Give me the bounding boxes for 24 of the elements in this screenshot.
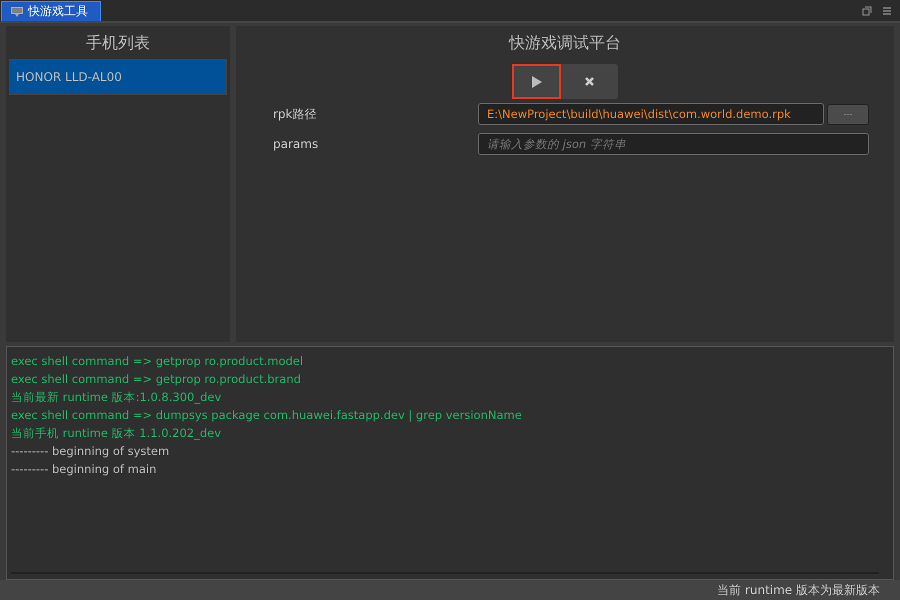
close-icon — [584, 76, 595, 87]
panel-title: 手机列表 — [85, 32, 151, 54]
phone-list-item[interactable]: HONOR LLD-AL00 — [9, 59, 227, 95]
params-field[interactable]: 请输入参数的 json 字符串 — [478, 133, 869, 155]
field-label: rpk路径 — [273, 106, 318, 122]
log-line: 当前手机 runtime 版本 1.1.0.202_dev — [11, 425, 222, 442]
rpk-path-field[interactable]: E:\NewProject\build\huawei\dist\com.world.demo.rpk — [478, 103, 824, 125]
stop-button[interactable] — [561, 64, 618, 99]
play-icon — [530, 74, 542, 88]
log-line: --------- beginning of system — [11, 443, 170, 460]
popout-icon[interactable] — [862, 6, 872, 16]
log-line: exec shell command => getprop ro.product.brand — [11, 371, 302, 388]
log-line: exec shell command => dumpsys package com.huawei.fastapp.dev | grep versionName — [11, 407, 523, 424]
panel-icon — [10, 6, 24, 18]
status-text: 当前 runtime 版本为最新版本 — [717, 582, 880, 598]
log-line: --------- beginning of main — [11, 461, 158, 478]
panel-title: 快游戏调试平台 — [509, 32, 621, 54]
menu-icon[interactable] — [882, 6, 892, 16]
run-button[interactable] — [512, 64, 561, 99]
log-line: 当前最新 runtime 版本:1.0.8.300_dev — [11, 389, 222, 406]
browse-button[interactable]: ··· — [827, 104, 869, 124]
field-label: params — [273, 137, 320, 151]
log-line: exec shell command => getprop ro.product.model — [11, 353, 304, 370]
panel-tab[interactable]: 快游戏工具 — [1, 1, 101, 21]
